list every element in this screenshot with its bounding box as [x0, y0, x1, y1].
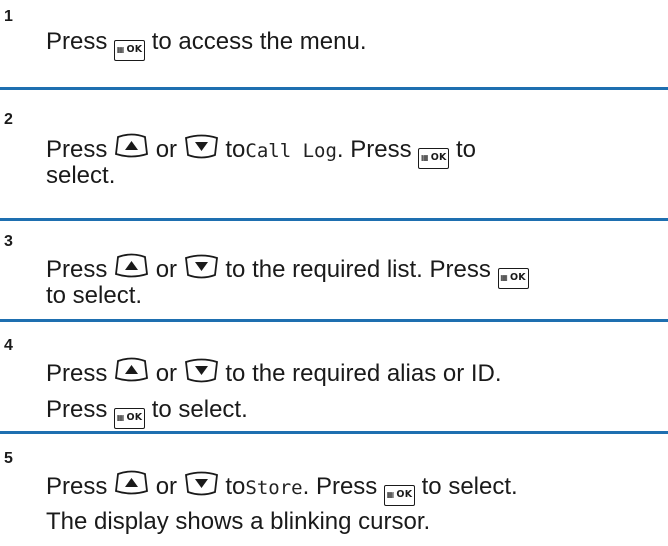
down-navigation-key-icon — [184, 471, 218, 496]
step-text: to — [455, 136, 476, 163]
step-text: The display shows a blinking cursor. — [46, 508, 431, 535]
menu-ok-key-icon: ▦ OK — [114, 408, 146, 429]
step-text: . Press — [302, 473, 378, 500]
step-divider — [0, 431, 668, 434]
step-divider — [0, 319, 668, 322]
step-text: to select. — [151, 396, 248, 423]
up-navigation-key-icon — [115, 470, 149, 495]
step-text: to the required list. Press — [225, 256, 491, 283]
menu-ok-key-icon: ▦ OK — [114, 40, 146, 61]
down-navigation-key-icon — [184, 254, 218, 279]
step-text: or — [155, 360, 178, 387]
step-text: Press — [46, 473, 108, 500]
up-navigation-key-icon — [115, 133, 149, 158]
step-text: Press — [46, 28, 108, 55]
step-line: select. — [46, 162, 115, 190]
instruction-steps: 1 Press ▦ OK to access the menu. 2 Press … — [0, 0, 668, 546]
step-text: to access the menu. — [151, 28, 367, 55]
step-text: or — [155, 136, 178, 163]
step-line: The display shows a blinking cursor. — [46, 508, 430, 536]
step-text: to the required alias or ID. — [225, 360, 502, 387]
menu-item-name: Store — [245, 477, 303, 499]
down-navigation-key-icon — [184, 134, 218, 159]
menu-ok-key-icon: ▦ OK — [383, 485, 415, 506]
step-text: Press — [46, 396, 108, 423]
step-text: Press — [46, 136, 108, 163]
menu-ok-key-icon: ▦ OK — [418, 148, 450, 169]
up-navigation-key-icon — [115, 253, 149, 278]
step-text: to select. — [421, 473, 518, 500]
menu-ok-key-icon: ▦ OK — [497, 268, 529, 289]
step-line: Press ▦ OK to select. — [46, 396, 248, 429]
step-number: 4 — [4, 337, 13, 354]
step-number: 1 — [4, 8, 13, 25]
step-text: to — [225, 473, 246, 500]
step-text: or — [155, 256, 178, 283]
step-number: 3 — [4, 233, 13, 250]
step-text: to — [225, 136, 246, 163]
step-line: Press ▦ OK to access the menu. — [46, 28, 366, 61]
step-text: . Press — [336, 136, 412, 163]
step-line: Press or to the required alias or ID. — [46, 357, 502, 388]
step-text: Press — [46, 360, 108, 387]
step-text: select. — [46, 162, 116, 189]
step-line: to select. — [46, 282, 142, 310]
step-divider — [0, 87, 668, 90]
step-line: Press or toStore. Press ▦ OK to select. — [46, 470, 518, 506]
down-navigation-key-icon — [184, 358, 218, 383]
step-divider — [0, 218, 668, 221]
step-text: or — [155, 473, 178, 500]
up-navigation-key-icon — [115, 357, 149, 382]
step-text: to select. — [46, 282, 143, 309]
menu-item-name: Call Log — [245, 140, 337, 162]
step-number: 2 — [4, 111, 13, 128]
step-number: 5 — [4, 450, 13, 467]
step-text: Press — [46, 256, 108, 283]
